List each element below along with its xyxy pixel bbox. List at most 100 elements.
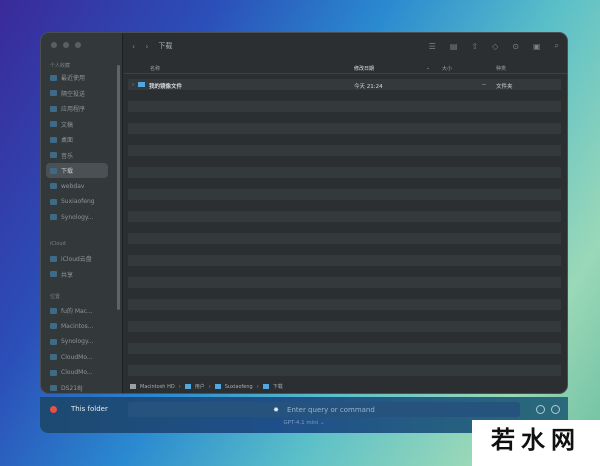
airdrop-icon[interactable]: ▣ xyxy=(533,42,541,51)
empty-row xyxy=(128,200,561,211)
sidebar-item-label: iCloud云盘 xyxy=(61,256,92,263)
file-name: 我的镜像文件 xyxy=(149,84,183,90)
empty-row xyxy=(128,266,561,277)
empty-row xyxy=(128,101,561,112)
table-row[interactable]: › 我的镜像文件 今天 21:24 -- 文件夹 xyxy=(128,79,561,90)
sidebar-item-icon xyxy=(50,121,57,127)
sidebar-item[interactable]: 音乐 xyxy=(46,148,108,163)
sidebar-item-label: 共享 xyxy=(61,271,74,279)
sidebar-item[interactable]: CloudMo... xyxy=(46,365,108,380)
query-placeholder: Enter query or command xyxy=(287,405,375,414)
path-item[interactable]: 下载 xyxy=(273,383,283,390)
sidebar-item-icon xyxy=(50,152,57,158)
empty-row xyxy=(128,365,561,376)
sidebar-item[interactable]: Suxiaofeng xyxy=(46,194,108,209)
empty-row xyxy=(128,90,561,101)
sidebar-item[interactable]: DS218J xyxy=(46,381,108,394)
sidebar-item[interactable]: 隔空投送 xyxy=(46,86,108,101)
empty-row xyxy=(128,123,561,134)
sidebar-item[interactable]: Synology... xyxy=(46,334,108,349)
sidebar-item-label: webdav xyxy=(61,182,85,190)
sparkle-icon: ✸ xyxy=(273,405,280,414)
sidebar-item-label: Suxiaofeng xyxy=(61,198,95,205)
path-item[interactable]: Macintosh HD xyxy=(140,384,175,390)
more-icon[interactable]: ⊙ xyxy=(512,42,519,51)
sidebar-item[interactable]: Synology... xyxy=(46,210,108,225)
view-list-icon[interactable]: ☰ xyxy=(429,42,436,51)
sidebar-item-label: fu的 Mac... xyxy=(61,308,93,315)
zoom-button[interactable] xyxy=(75,42,81,48)
scope-label[interactable]: This folder xyxy=(71,405,108,413)
sidebar-item[interactable]: CloudMo... xyxy=(46,350,108,365)
sidebar-item-label: 最近使用 xyxy=(61,75,86,82)
sidebar-item[interactable]: 桌面 xyxy=(46,132,108,147)
sidebar-item-label: Synology... xyxy=(61,338,94,345)
column-size[interactable]: 大小 xyxy=(442,65,452,72)
back-icon[interactable]: ‹ xyxy=(132,42,135,51)
window-controls[interactable] xyxy=(51,42,81,48)
empty-row xyxy=(128,167,561,178)
share-icon[interactable]: ⇧ xyxy=(471,42,478,51)
sidebar-item-label: 文稿 xyxy=(61,121,74,129)
empty-row xyxy=(128,321,561,332)
sidebar-item-icon xyxy=(50,90,57,96)
folder-icon xyxy=(138,82,145,87)
path-item[interactable]: 用户 xyxy=(195,383,205,390)
sidebar-item-icon xyxy=(50,198,57,205)
sidebar-item[interactable]: Macintos... xyxy=(46,319,108,334)
sidebar-item[interactable]: 共享 xyxy=(46,267,108,282)
section-locations: 位置 xyxy=(50,294,61,300)
sidebar-item[interactable]: 应用程序 xyxy=(46,101,108,116)
sidebar-item[interactable]: fu的 Mac... xyxy=(46,303,108,318)
empty-row xyxy=(128,178,561,189)
forward-circle-icon[interactable] xyxy=(551,405,560,414)
folder-icon xyxy=(214,384,221,389)
empty-row xyxy=(128,156,561,167)
empty-row xyxy=(128,233,561,244)
empty-row xyxy=(128,343,561,354)
sidebar-item-icon xyxy=(50,183,57,189)
minimize-button[interactable] xyxy=(63,42,69,48)
sidebar-item[interactable]: 下载 xyxy=(46,163,108,178)
empty-row xyxy=(128,310,561,321)
history-icon[interactable] xyxy=(536,405,545,414)
sidebar-item-icon xyxy=(50,271,57,277)
column-name[interactable]: 名称 xyxy=(150,65,160,72)
path-item[interactable]: Suxiaofeng xyxy=(225,384,253,390)
sidebar-item-label: CloudMo... xyxy=(61,369,93,376)
empty-row xyxy=(128,222,561,233)
sidebar-item[interactable]: iCloud云盘 xyxy=(46,251,108,266)
disclosure-chevron-icon[interactable]: › xyxy=(132,82,134,88)
query-input[interactable]: ✸ Enter query or command xyxy=(128,402,520,417)
column-kind[interactable]: 种类 xyxy=(496,65,506,72)
sidebar-item[interactable]: 最近使用 xyxy=(46,70,108,85)
path-bar: Macintosh HD › 用户 › Suxiaofeng › 下载 xyxy=(130,383,283,390)
sidebar-item-icon xyxy=(50,214,57,220)
empty-row xyxy=(128,145,561,156)
sidebar-scrollbar[interactable] xyxy=(117,65,120,310)
sidebar-item-icon xyxy=(50,369,57,376)
sidebar-item-label: 桌面 xyxy=(61,137,74,144)
sidebar-item-icon xyxy=(50,323,57,329)
sidebar-item-label: 音乐 xyxy=(61,152,74,160)
search-icon[interactable]: ⌕ xyxy=(555,41,559,51)
sort-chevron-icon: ⌄ xyxy=(426,65,431,71)
group-icon[interactable]: ▤ xyxy=(450,42,458,51)
close-button[interactable] xyxy=(51,42,57,48)
forward-icon[interactable]: › xyxy=(145,42,148,51)
sidebar-item[interactable]: webdav xyxy=(46,179,108,194)
sidebar-item-icon xyxy=(50,255,57,262)
sidebar-item-icon xyxy=(50,307,57,314)
sidebar-item[interactable]: 文稿 xyxy=(46,117,108,132)
record-indicator-icon[interactable] xyxy=(50,406,57,413)
empty-row xyxy=(128,288,561,299)
section-favorites: 个人收藏 xyxy=(50,63,71,69)
empty-row xyxy=(128,244,561,255)
sidebar-item-icon xyxy=(50,74,57,81)
tag-icon[interactable]: ◇ xyxy=(492,42,498,51)
column-date[interactable]: 修改日期 xyxy=(354,65,374,72)
sidebar: 个人收藏 最近使用隔空投送 应用程序文稿桌面音乐下载 webdav Suxiaofen… xyxy=(41,33,123,393)
empty-row xyxy=(128,354,561,365)
sidebar-item-icon xyxy=(50,354,57,360)
sidebar-item-label: Macintos... xyxy=(61,322,94,330)
